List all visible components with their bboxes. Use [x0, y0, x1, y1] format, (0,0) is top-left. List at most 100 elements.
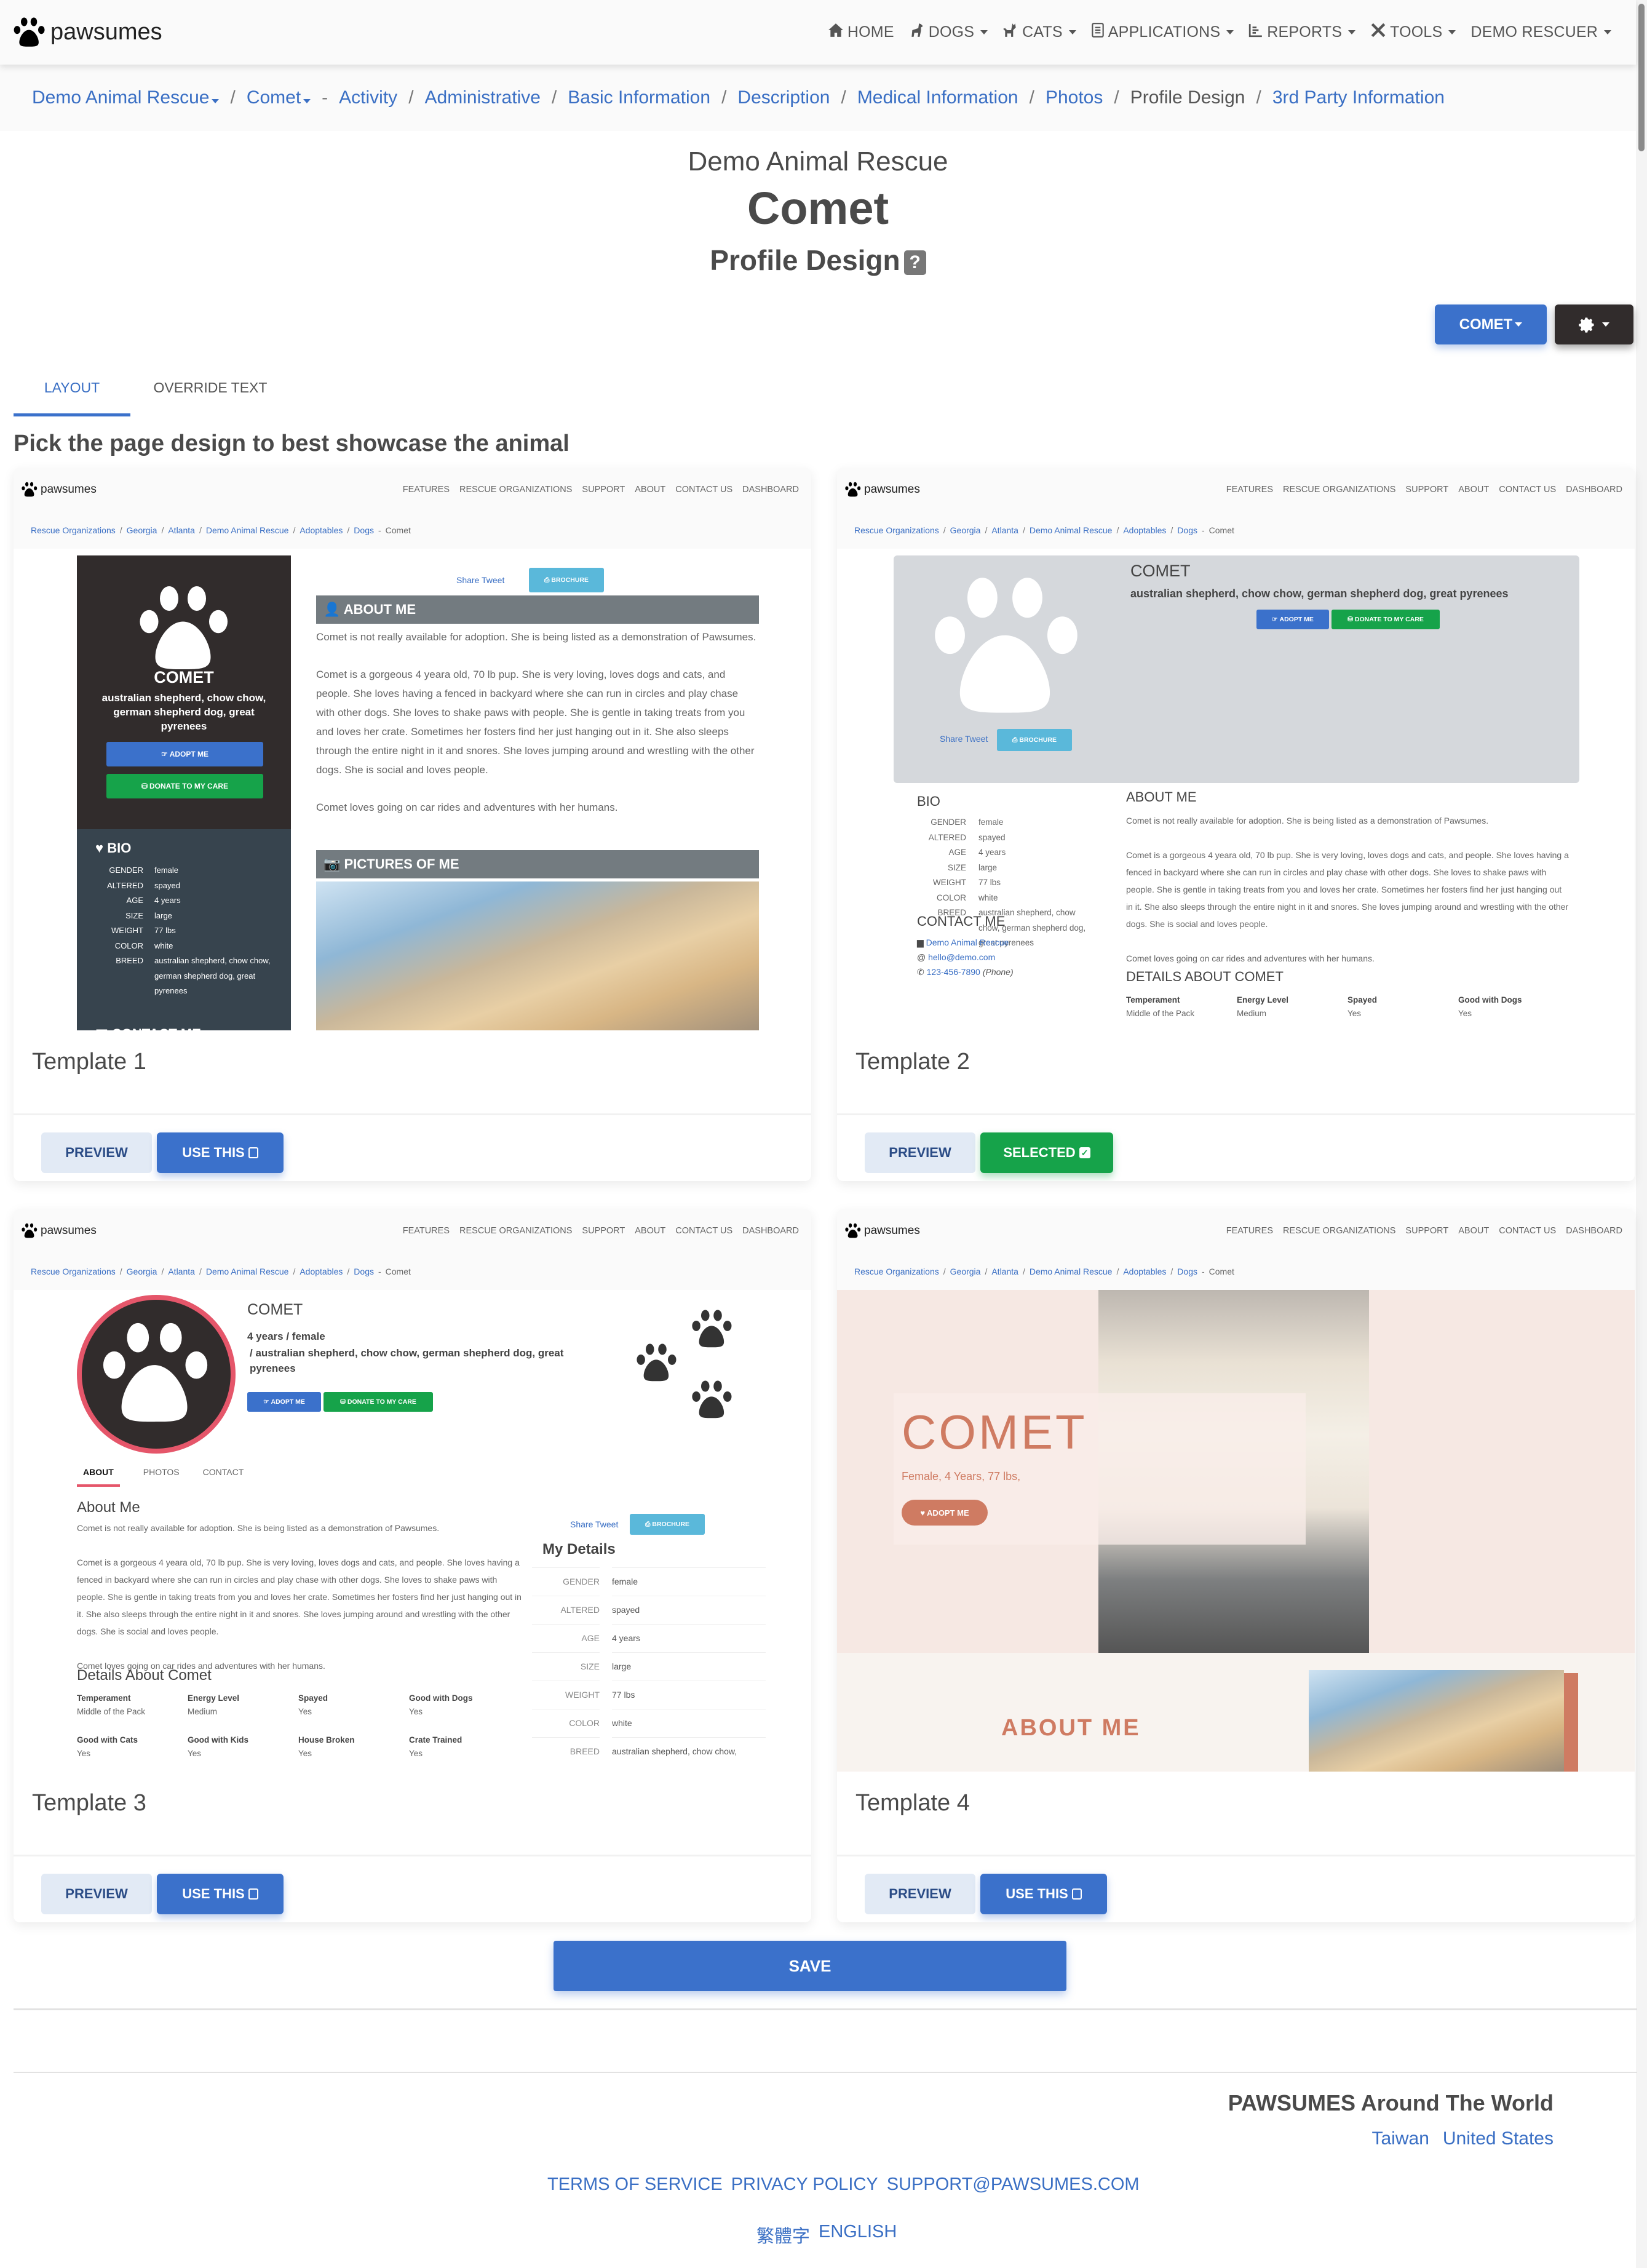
breadcrumb-item[interactable]: Basic Information — [568, 87, 710, 108]
t3-name: COMET — [247, 1301, 303, 1318]
country-link-taiwan[interactable]: Taiwan — [1372, 2128, 1429, 2149]
paw-icon — [845, 482, 861, 497]
t3-adopt-button: ☞ ADOPT ME — [247, 1392, 321, 1412]
breadcrumb-separator: / — [293, 525, 296, 535]
preview-button[interactable]: PREVIEW — [865, 1874, 975, 1914]
preview-button[interactable]: PREVIEW — [41, 1874, 152, 1914]
language-traditional-chinese[interactable]: 繁體字 — [756, 2222, 810, 2248]
breadcrumb-item[interactable]: Medical Information — [857, 87, 1018, 108]
breadcrumb-item[interactable]: Administrative — [425, 87, 541, 108]
preview-breadcrumb: Rescue Organizations / Georgia / Atlanta / Dem… — [14, 1253, 811, 1290]
detail-key: Good with Dogs — [1458, 995, 1522, 1005]
template-3-preview[interactable]: pawsumes FEATURES RESCUE ORGANIZATIONS SUPP… — [14, 1209, 811, 1772]
t2-donate-button-label: DONATE TO MY CARE — [1354, 616, 1424, 623]
preview-nav-link: RESCUE ORGANIZATIONS — [459, 485, 573, 495]
preview-brand-name: pawsumes — [864, 483, 920, 496]
terms-link[interactable]: TERMS OF SERVICE — [547, 2174, 723, 2195]
t1-sidebar: COMET australian shepherd, chow chow, ger… — [77, 555, 291, 1030]
template-card-2: pawsumes FEATURES RESCUE ORGANIZATIONS SUPP… — [837, 468, 1635, 1181]
nav-reports[interactable]: REPORTS — [1248, 23, 1356, 42]
page-scrollbar[interactable] — [1636, 0, 1647, 2268]
breadcrumb-item[interactable]: Photos — [1046, 87, 1103, 108]
breadcrumb-item[interactable]: Description — [737, 87, 830, 108]
preview-button[interactable]: PREVIEW — [41, 1132, 152, 1173]
bio-value: large — [612, 1652, 766, 1681]
support-email-link[interactable]: SUPPORT@PAWSUMES.COM — [887, 2174, 1140, 2195]
use-this-button[interactable]: USE THIS — [157, 1132, 284, 1173]
t1-adopt-button-label: ADOPT ME — [169, 750, 209, 758]
bio-value: 77 lbs — [154, 926, 176, 935]
nav-cats[interactable]: CATS — [1002, 23, 1076, 42]
preview-breadcrumb-item: Demo Animal Rescue — [205, 525, 289, 535]
preview-breadcrumb-item: Dogs — [1177, 1267, 1197, 1276]
brand-name: pawsumes — [50, 19, 162, 45]
tab-override-text[interactable]: OVERRIDE TEXT — [130, 369, 290, 406]
chevron-down-icon — [1348, 30, 1356, 34]
template-card-4: pawsumes FEATURES RESCUE ORGANIZATIONS SUPP… — [837, 1209, 1635, 1922]
template-4-preview[interactable]: pawsumes FEATURES RESCUE ORGANIZATIONS SUPP… — [837, 1209, 1635, 1772]
breadcrumb-org[interactable]: Demo Animal Rescue — [32, 87, 220, 108]
preview-nav-link: ABOUT — [1458, 1226, 1490, 1236]
t1-about-header: 👤 ABOUT ME — [316, 595, 759, 624]
settings-dropdown-button[interactable] — [1555, 304, 1633, 344]
bio-key: ALTERED — [928, 832, 966, 842]
template-2-preview[interactable]: pawsumes FEATURES RESCUE ORGANIZATIONS SUPP… — [837, 468, 1635, 1030]
tab-layout[interactable]: LAYOUT — [14, 369, 130, 416]
use-this-button[interactable]: USE THIS — [157, 1874, 284, 1914]
detail-value: Yes — [409, 1707, 423, 1716]
preview-nav-link: SUPPORT — [582, 485, 625, 495]
breadcrumb-separator: / — [1170, 1267, 1173, 1276]
paw-icon — [103, 1323, 208, 1422]
scrollbar-thumb[interactable] — [1638, 4, 1645, 151]
breadcrumb-separator: / — [985, 525, 988, 535]
bio-value: white — [154, 941, 173, 950]
about-title-label: ABOUT ME — [343, 602, 416, 617]
paw-icon — [22, 1223, 38, 1238]
bio-key: WEIGHT — [933, 878, 966, 887]
animal-dropdown-button[interactable]: COMET — [1435, 304, 1547, 344]
preview-button[interactable]: PREVIEW — [865, 1132, 975, 1173]
t3-avatar — [77, 1295, 236, 1454]
save-button[interactable]: SAVE — [554, 1941, 1066, 1991]
preview-nav-link: ABOUT — [1458, 485, 1490, 495]
breadcrumb-separator: - — [378, 1267, 381, 1276]
preview-breadcrumb: Rescue Organizations / Georgia / Atlanta / Dem… — [837, 512, 1635, 549]
contact-phone-label: (Phone) — [982, 967, 1014, 977]
t2-contact-list: ▆ Demo Animal Rescue @ hello@demo.com ✆ 12… — [917, 935, 1014, 979]
detail-item: Spayed Yes — [298, 1692, 409, 1719]
breadcrumb-animal[interactable]: Comet — [247, 87, 311, 108]
use-this-button[interactable]: USE THIS — [980, 1874, 1107, 1914]
breadcrumb-sections: Activity / Administrative / Basic Informatio… — [339, 87, 1445, 108]
square-icon — [248, 1888, 258, 1900]
t4-adopt-button-label: ADOPT ME — [927, 1508, 969, 1518]
selected-button[interactable]: SELECTED ✓ — [980, 1132, 1113, 1173]
detail-key: Spayed — [1347, 995, 1378, 1005]
breadcrumb-separator: / — [943, 525, 946, 535]
nav-applications[interactable]: APPLICATIONS — [1091, 22, 1234, 42]
nav-tools[interactable]: TOOLS — [1370, 22, 1456, 42]
t2-adopt-button: ☞ ADOPT ME — [1256, 610, 1329, 629]
breadcrumb-item[interactable]: 3rd Party Information — [1272, 87, 1445, 108]
bio-key: WEIGHT — [111, 926, 143, 935]
square-icon — [1071, 1888, 1082, 1900]
privacy-link[interactable]: PRIVACY POLICY — [731, 2174, 878, 2195]
country-link-united-states[interactable]: United States — [1443, 2128, 1554, 2149]
bio-value: spayed — [612, 1596, 766, 1624]
t3-tab: ABOUT — [77, 1467, 120, 1487]
nav-dogs[interactable]: DOGS — [909, 23, 988, 42]
t3-brochure-button: ⎙ BROCHURE — [630, 1514, 705, 1535]
nav-demo-rescuer[interactable]: DEMO RESCUER — [1470, 23, 1611, 41]
help-icon[interactable]: ? — [903, 250, 926, 275]
preview-nav-link: DASHBOARD — [1566, 1226, 1622, 1236]
nav-home[interactable]: HOME — [828, 23, 894, 42]
language-english[interactable]: ENGLISH — [819, 2222, 897, 2248]
detail-value: Yes — [298, 1749, 312, 1758]
detail-value: Middle of the Pack — [77, 1707, 146, 1716]
bio-key: SIZE — [125, 910, 143, 920]
breadcrumb-item[interactable]: Activity — [339, 87, 397, 108]
chevron-down-icon — [1602, 322, 1609, 327]
at-icon: @ — [917, 952, 929, 962]
t4-summary: Female, 4 Years, 77 lbs, — [902, 1470, 1021, 1482]
brand-logo[interactable]: pawsumes — [12, 15, 162, 50]
template-1-preview[interactable]: pawsumes FEATURES RESCUE ORGANIZATIONS SUPP… — [14, 468, 811, 1030]
